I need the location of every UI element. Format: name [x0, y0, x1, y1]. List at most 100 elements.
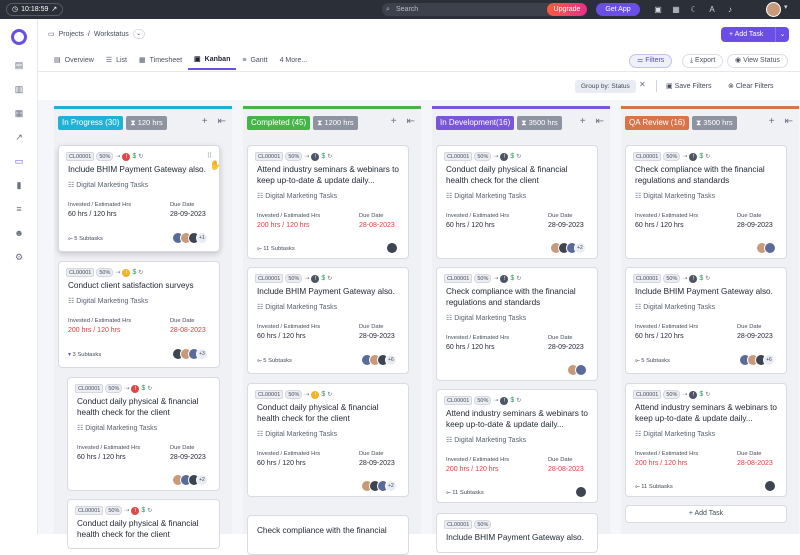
- avatar-group[interactable]: [575, 486, 587, 498]
- collapse-icon[interactable]: ⇤: [218, 116, 226, 127]
- chevron-down-icon[interactable]: ⌄: [132, 29, 145, 39]
- timesheet-icon[interactable]: ▦: [13, 107, 25, 119]
- task-card[interactable]: CL00001 50% ⇢! $ ↻ Attend industry seminars …: [247, 145, 409, 259]
- close-icon[interactable]: ✕: [639, 80, 646, 89]
- status-badge: In Development(16): [436, 116, 515, 130]
- tab-list[interactable]: ☰ List: [100, 52, 133, 70]
- sync-icon: ↻: [327, 276, 333, 282]
- upgrade-button[interactable]: Upgrade: [547, 3, 587, 16]
- avatar-group[interactable]: +2: [550, 242, 586, 254]
- task-card[interactable]: CL00001 50% ⇢! $ ↻ Attend industry seminars …: [436, 389, 598, 503]
- screenshot-icon[interactable]: ▣: [652, 3, 664, 16]
- flow-icon: ⇢: [682, 276, 688, 282]
- projects-icon[interactable]: ▭: [13, 155, 25, 167]
- avatar-group[interactable]: +3: [172, 348, 208, 360]
- avatar-group[interactable]: [756, 242, 776, 254]
- drag-handle-icon[interactable]: ⠿: [207, 152, 212, 160]
- add-task-card-button[interactable]: + Add Task: [625, 505, 787, 523]
- priority-icon: !: [122, 268, 131, 277]
- avatar-group[interactable]: +6: [739, 354, 775, 366]
- get-app-button[interactable]: Get App: [596, 3, 640, 16]
- add-icon[interactable]: +: [391, 116, 397, 127]
- activity-icon[interactable]: ↗: [13, 131, 25, 143]
- task-card[interactable]: Check compliance with the financial: [247, 515, 409, 555]
- collapse-icon[interactable]: ⇤: [596, 116, 604, 127]
- group-by-chip[interactable]: Group by: Status: [575, 80, 636, 93]
- subtasks-link[interactable]: ⟜ 5 Subtasks: [68, 236, 103, 243]
- chevron-down-icon[interactable]: ⌄: [775, 27, 789, 42]
- filters-button[interactable]: ⚌ Filters: [629, 54, 673, 68]
- add-task-button[interactable]: + Add Task ⌄: [721, 27, 789, 42]
- filters-label: Filters: [645, 57, 665, 64]
- user-avatar[interactable]: [766, 2, 781, 17]
- hours-value: 3500 hrs: [528, 118, 558, 127]
- dashboard-icon[interactable]: ▤: [13, 59, 25, 71]
- list-icon: ☰: [105, 57, 113, 64]
- task-title: Conduct daily physical & financial healt…: [446, 165, 568, 185]
- task-card[interactable]: CL00001 50% ⇢! $ ↻ ⠿ ✋ Include BHIM Payment …: [58, 145, 221, 252]
- tab-gantt[interactable]: ≡ Gantt: [236, 52, 273, 70]
- timer-pill[interactable]: ◷ 10:18:59 ↗: [6, 3, 64, 16]
- tab-overview[interactable]: ▤ Overview: [48, 52, 100, 70]
- task-card[interactable]: CL00001 50% ⇢! $ ↻ Include BHIM Payment Gate…: [625, 267, 787, 374]
- task-card[interactable]: CL00001 50% Include BHIM Payment Gateway …: [436, 513, 598, 553]
- breadcrumb-root[interactable]: Projects: [59, 31, 84, 38]
- avatar-group[interactable]: [386, 242, 398, 254]
- add-icon[interactable]: +: [580, 116, 586, 127]
- bell-icon[interactable]: ♪: [724, 3, 736, 16]
- divider: [38, 71, 800, 72]
- subtasks-link[interactable]: ⟜ 11 Subtasks: [635, 484, 673, 491]
- more-avatars: +2: [196, 474, 208, 486]
- hours-label: Invested / Estimated Hrs: [446, 213, 510, 219]
- subtasks-link[interactable]: ⟜ 5 Subtasks: [635, 358, 670, 365]
- collapse-icon[interactable]: ⇤: [407, 116, 415, 127]
- reports-icon[interactable]: ▮: [13, 179, 25, 191]
- collapse-icon[interactable]: ⇤: [785, 116, 793, 127]
- hours-value: 1200 hrs: [324, 118, 354, 127]
- translate-icon[interactable]: A: [706, 3, 718, 16]
- add-icon[interactable]: +: [769, 116, 775, 127]
- clear-filters-button[interactable]: ⊗ Clear Filters: [728, 80, 774, 93]
- add-icon[interactable]: +: [202, 116, 208, 127]
- moon-icon[interactable]: ☾: [688, 3, 700, 16]
- view-status-button[interactable]: ◉ View Status: [727, 54, 788, 68]
- task-card[interactable]: CL00001 50% ⇢! $ ↻ Check compliance with the…: [436, 267, 598, 381]
- subtasks-link[interactable]: ⟜ 5 Subtasks: [257, 358, 292, 365]
- subtasks-toggle[interactable]: ▾ 3 Subtasks: [68, 352, 101, 358]
- avatar-group[interactable]: +1: [172, 232, 208, 244]
- search-input[interactable]: ⌕ Search: [382, 3, 562, 16]
- avatar-group[interactable]: [764, 480, 776, 492]
- subtasks-label: 5 Subtasks: [263, 358, 292, 364]
- chevron-down-icon[interactable]: ▾: [784, 3, 788, 11]
- save-filters-button[interactable]: ▣ Save Filters: [666, 80, 712, 93]
- tab-timesheet[interactable]: ▦ Timesheet: [133, 52, 188, 70]
- calendar-icon[interactable]: ▦: [670, 3, 682, 16]
- subtask-card[interactable]: CL00001 50% ⇢! $ ↻ Conduct daily physical & …: [67, 377, 220, 491]
- clipboard-icon[interactable]: ▥: [13, 83, 25, 95]
- subtasks-link[interactable]: ⟜ 11 Subtasks: [257, 246, 295, 253]
- tab-more[interactable]: 4 More...: [274, 52, 314, 70]
- settings-icon[interactable]: ⚙: [13, 251, 25, 263]
- subtasks-label: 5 Subtasks: [74, 236, 103, 242]
- task-card[interactable]: CL00001 50% ⇢! $ ↻ Conduct daily physical & …: [247, 383, 409, 497]
- task-card[interactable]: CL00001 50% ⇢! $ ↻ Conduct daily physical & …: [436, 145, 598, 259]
- subtask-card[interactable]: CL00001 50% ⇢! $ ↻ Conduct daily physical & …: [67, 499, 220, 549]
- app-logo[interactable]: [11, 29, 27, 45]
- task-card[interactable]: CL00001 50% ⇢! $ ↻ Check compliance with the…: [625, 145, 787, 259]
- avatar-group[interactable]: +2: [361, 480, 397, 492]
- export-button[interactable]: ⤓ Export: [682, 54, 724, 68]
- avatar-group[interactable]: [567, 364, 587, 376]
- team-icon[interactable]: ☻: [13, 227, 25, 239]
- task-card[interactable]: CL00001 50% ⇢! $ ↻ Attend industry seminars …: [625, 383, 787, 497]
- document-icon[interactable]: ≡: [13, 203, 25, 215]
- task-card[interactable]: CL00001 50% ⇢! $ ↻ Include BHIM Payment Gate…: [247, 267, 409, 374]
- subtasks-link[interactable]: ⟜ 11 Subtasks: [446, 490, 484, 497]
- avatar-group[interactable]: +2: [172, 474, 208, 486]
- flow-icon: ⇢: [124, 386, 130, 392]
- tab-kanban[interactable]: ▣ Kanban: [188, 52, 237, 70]
- avatar-group[interactable]: +6: [361, 354, 397, 366]
- progress-badge: 50%: [474, 152, 492, 161]
- flow-icon: ⇢: [304, 392, 310, 398]
- dollar-icon: $: [699, 391, 704, 398]
- task-card[interactable]: CL00001 50% ⇢! $ ↻ Conduct client satisfacti…: [58, 261, 220, 368]
